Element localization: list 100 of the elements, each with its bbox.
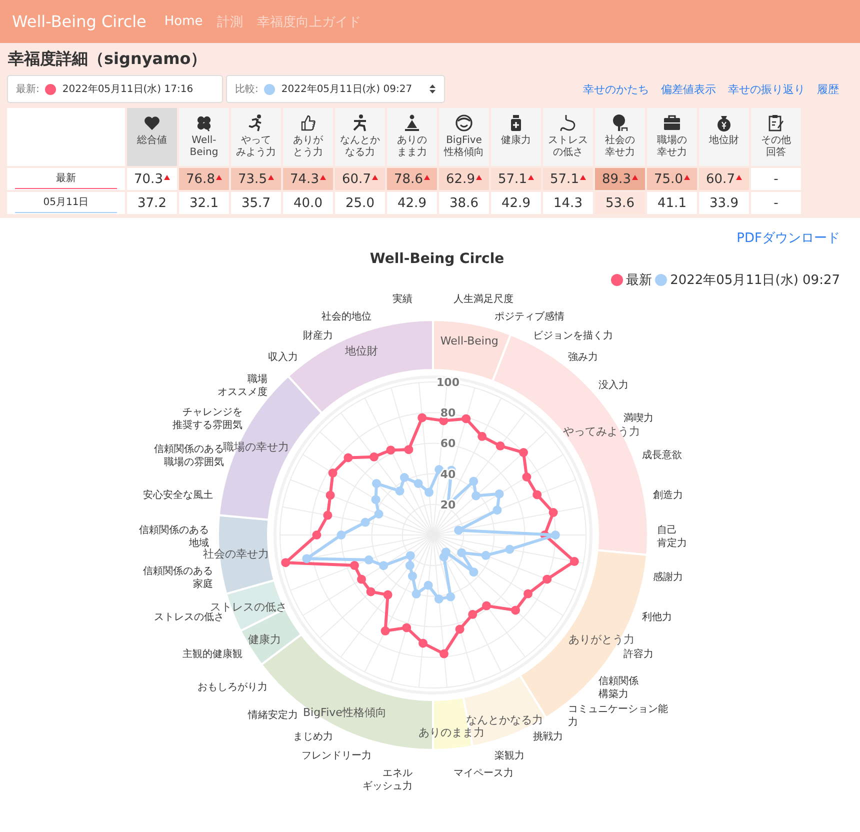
segment-label: ストレスの低さ (210, 600, 287, 614)
column-header[interactable]: ありが とう力 (283, 108, 333, 166)
column-label: ありが (293, 135, 323, 146)
column-label: 職場の (657, 135, 687, 146)
tick-label: 60 (440, 437, 456, 450)
axis-label: 没入力 (598, 380, 628, 392)
axis-label: おもしろがり力 (198, 682, 268, 693)
axis-label: 構築力 (598, 688, 628, 700)
segment-label: BigFive性格傾向 (302, 706, 386, 720)
cell-value: 60.7 (706, 172, 735, 186)
axis-label: 職場の雰囲気 (164, 457, 224, 468)
axis-label: 信頼関係のある (154, 444, 224, 456)
column-label: Being (190, 147, 218, 159)
cell-value: 74.3 (290, 172, 319, 186)
cell-value: 41.1 (658, 196, 686, 210)
axis-label: 自己 (657, 525, 677, 536)
axis-label: 財産力 (303, 330, 334, 342)
cell-value: 32.1 (190, 196, 218, 210)
axis-label: ギッシュ力 (362, 781, 412, 792)
axis-label: 力 (568, 716, 578, 728)
column-label: とう力 (293, 147, 323, 159)
axis-label: 信頼関係 (598, 676, 638, 687)
column-header[interactable]: 総合値 (127, 108, 177, 166)
compare-select[interactable]: 比較: 2022年05月11日(水) 09:27 (226, 75, 445, 103)
axis-label: 信頼関係のある (142, 566, 213, 578)
column-header[interactable]: なんとか なる力 (335, 108, 385, 166)
axis-label: 許容力 (623, 648, 654, 660)
axis-label: オススメ度 (218, 387, 268, 398)
row-label: 05月11日 (15, 193, 117, 213)
axis-label: 社会的地位 (322, 312, 372, 323)
column-label: なる力 (345, 147, 375, 159)
cell-value: 70.3 (134, 172, 163, 186)
column-label: 性格傾向 (444, 147, 484, 159)
column-label: 回答 (766, 147, 786, 159)
row-label: 最新 (15, 169, 117, 189)
column-label: その他 (761, 135, 791, 147)
cell-value: 25.0 (346, 196, 374, 210)
pdf-download-link[interactable]: PDFダウンロード (736, 229, 840, 247)
column-header[interactable]: 社会の 幸せ力 (595, 108, 645, 166)
cell-value: 42.9 (398, 196, 426, 210)
segment-label: 地位財 (345, 344, 378, 358)
axis-label: 主観的健康観 (182, 648, 243, 660)
tick-label: 80 (440, 406, 456, 420)
cell-value: 33.9 (710, 196, 738, 210)
axis-label: 挑戦力 (532, 732, 563, 742)
axis-label: エネル (382, 768, 412, 779)
cell-value: 53.6 (606, 196, 634, 210)
cell-value: 73.5 (238, 172, 267, 186)
cell-value: 37.2 (138, 196, 166, 210)
segment-label: なんとかなる力 (466, 714, 543, 727)
cell-value: 76.8 (186, 172, 215, 186)
column-header[interactable]: 職場の 幸せ力 (647, 108, 697, 166)
cell-value: 57.1 (498, 172, 527, 186)
cell-value: 14.3 (554, 196, 582, 210)
axis-label: ポジティブ感情 (494, 312, 564, 323)
axis-label: まじめ力 (293, 732, 334, 742)
axis-label: マイペース力 (454, 768, 514, 779)
field-label: 最新: (16, 82, 40, 96)
segment-label: 健康力 (248, 633, 282, 646)
axis-label: チャレンジを (182, 407, 243, 418)
axis-label: コミュニケーション能 (568, 704, 668, 715)
date-value: 2022年05月11日(水) 17:16 (62, 82, 194, 96)
column-header[interactable]: 健康力 (491, 108, 541, 166)
axis-label: 収入力 (268, 352, 298, 364)
axis-label: 満喫力 (623, 413, 654, 424)
column-header[interactable]: その他 回答 (751, 108, 801, 166)
column-header[interactable]: ストレス の低さ (543, 108, 593, 166)
cell-value: 75.0 (654, 172, 683, 186)
column-header[interactable]: BigFive 性格傾向 (439, 108, 489, 166)
axis-label: 推奨する雰囲気 (172, 420, 243, 432)
column-header[interactable]: やって みよう力 (231, 108, 281, 166)
axis-label: 楽観力 (494, 750, 524, 762)
axis-label: 強み力 (568, 352, 598, 364)
segment-label: Well-Being (440, 334, 498, 348)
axis-label: 情緒安定力 (248, 710, 298, 721)
column-header[interactable]: ありの まま力 (387, 108, 437, 166)
axis-label: 創造力 (653, 490, 684, 501)
axis-label: 職場 (248, 374, 268, 386)
cell-value: 38.6 (450, 196, 478, 210)
cell-value: 62.9 (446, 172, 475, 186)
cell-value: 78.6 (394, 172, 423, 186)
cell-value: 35.7 (242, 196, 270, 210)
column-header[interactable]: 地位財 (699, 108, 749, 166)
cell-value: 57.1 (550, 172, 579, 186)
axis-label: 感謝力 (653, 572, 684, 584)
column-label: Well- (192, 135, 216, 147)
column-label: の低さ (553, 147, 583, 159)
cell-value: 89.3 (602, 172, 631, 186)
axis-label: 家庭 (192, 579, 213, 590)
legend-label: 2022年05月11日(水) 09:27 (670, 272, 840, 289)
axis-label: ビジョンを描く力 (532, 330, 613, 342)
date-value: 2022年05月11日(水) 09:27 (281, 82, 412, 96)
column-header[interactable]: Well- Being (179, 108, 229, 166)
meditating-person-icon (402, 113, 422, 133)
cell-value: 60.7 (342, 172, 371, 186)
cell-value: - (774, 196, 778, 210)
axis-label: 信頼関係のある (139, 525, 209, 536)
smiley-icon (454, 113, 474, 133)
column-label: 健康力 (501, 135, 531, 147)
legend-label: 最新 (626, 272, 652, 289)
